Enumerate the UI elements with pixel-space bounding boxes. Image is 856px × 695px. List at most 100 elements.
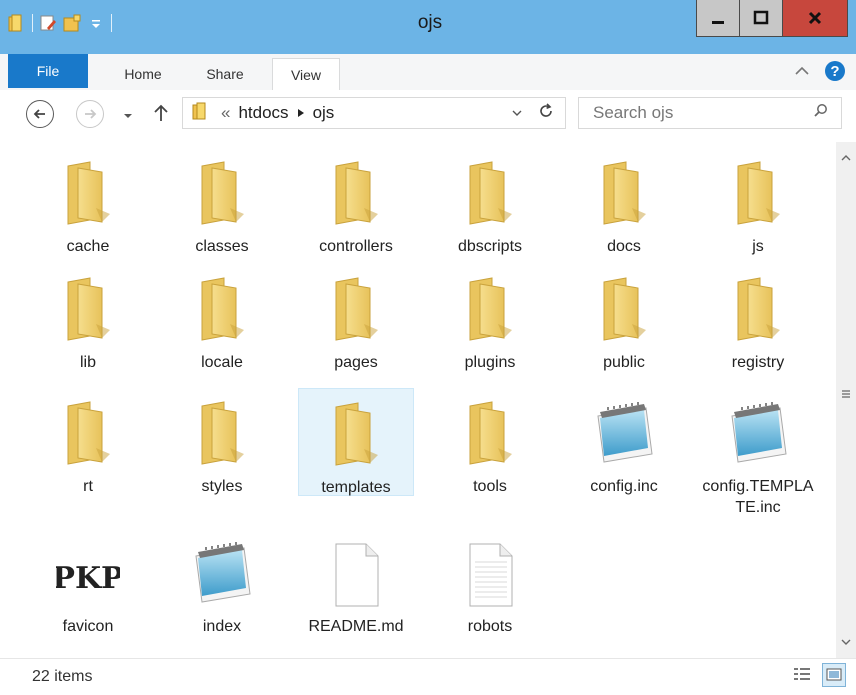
address-bar[interactable]: « htdocs ojs bbox=[182, 97, 566, 129]
back-button[interactable] bbox=[26, 100, 54, 128]
help-icon[interactable]: ? bbox=[824, 60, 846, 87]
details-view-button[interactable] bbox=[790, 663, 814, 687]
breadcrumb-ojs[interactable]: ojs bbox=[313, 103, 335, 123]
folder-icon bbox=[726, 158, 790, 230]
address-dropdown-icon[interactable] bbox=[511, 103, 523, 123]
file-item-label: cache bbox=[66, 238, 110, 255]
folder-icon bbox=[458, 398, 522, 470]
item-count: 22 items bbox=[32, 668, 93, 685]
file-item[interactable]: cache bbox=[30, 148, 146, 257]
notepad-file-icon bbox=[190, 538, 254, 610]
file-item[interactable]: lib bbox=[30, 264, 146, 373]
file-item[interactable]: index bbox=[164, 528, 280, 637]
search-box[interactable]: Search ojs bbox=[578, 97, 842, 129]
file-item[interactable]: robots bbox=[432, 528, 548, 637]
svg-text:?: ? bbox=[830, 63, 839, 80]
notepad-file-icon bbox=[726, 398, 790, 470]
file-item-label: controllers bbox=[319, 238, 393, 255]
file-item[interactable]: config.inc bbox=[566, 388, 682, 497]
file-item-label: docs bbox=[607, 238, 641, 255]
file-item[interactable]: pages bbox=[298, 264, 414, 373]
file-item[interactable]: PKP favicon bbox=[30, 528, 146, 637]
vertical-scrollbar[interactable] bbox=[836, 142, 856, 658]
file-item[interactable]: templates bbox=[298, 388, 414, 496]
file-item-label: templates bbox=[321, 479, 391, 496]
folder-icon bbox=[190, 158, 254, 230]
close-icon bbox=[808, 11, 822, 25]
pkp-text: PKP bbox=[56, 561, 120, 596]
file-item[interactable]: dbscripts bbox=[432, 148, 548, 257]
breadcrumb-htdocs[interactable]: htdocs bbox=[238, 103, 288, 123]
file-item-label: README.md bbox=[308, 618, 404, 635]
search-input[interactable]: Search ojs bbox=[593, 103, 673, 123]
scroll-up-icon[interactable] bbox=[836, 148, 856, 168]
expand-ribbon-icon[interactable] bbox=[794, 64, 810, 83]
minimize-icon bbox=[712, 21, 724, 24]
search-icon[interactable] bbox=[813, 103, 829, 124]
maximize-icon bbox=[753, 10, 769, 25]
file-item-label: classes bbox=[195, 238, 249, 255]
file-item-label: config.inc bbox=[590, 478, 658, 495]
forward-arrow-icon bbox=[85, 109, 97, 119]
tab-view[interactable]: View bbox=[272, 58, 340, 90]
window-title: ojs bbox=[417, 12, 443, 33]
folder-icon bbox=[592, 158, 656, 230]
back-arrow-icon bbox=[33, 109, 45, 119]
large-icons-view-icon bbox=[826, 668, 842, 681]
folder-icon[interactable] bbox=[8, 14, 26, 32]
file-item[interactable]: registry bbox=[700, 264, 816, 373]
file-item[interactable]: styles bbox=[164, 388, 280, 497]
file-item-label: index bbox=[202, 618, 242, 635]
scroll-down-icon[interactable] bbox=[836, 632, 856, 652]
maximize-button[interactable] bbox=[740, 0, 783, 37]
file-item[interactable]: locale bbox=[164, 264, 280, 373]
large-icons-view-button[interactable] bbox=[822, 663, 846, 687]
file-item-label: config.TEMPLATE.inc bbox=[702, 478, 814, 516]
pkp-favicon-icon: PKP bbox=[52, 538, 123, 610]
refresh-icon[interactable] bbox=[537, 102, 555, 125]
folder-icon bbox=[324, 399, 388, 471]
tab-home[interactable]: Home bbox=[108, 58, 178, 90]
address-overflow[interactable]: « bbox=[221, 103, 230, 123]
folder-icon bbox=[56, 158, 120, 230]
file-item-label: js bbox=[752, 238, 764, 255]
file-item[interactable]: public bbox=[566, 264, 682, 373]
recent-locations-icon[interactable] bbox=[122, 108, 134, 126]
minimize-button[interactable] bbox=[696, 0, 740, 37]
file-item[interactable]: config.TEMPLATE.inc bbox=[700, 388, 816, 518]
file-item-label: styles bbox=[201, 478, 243, 495]
file-item[interactable]: controllers bbox=[298, 148, 414, 257]
close-button[interactable] bbox=[783, 0, 848, 37]
scroll-thumb-grip-icon[interactable] bbox=[836, 384, 856, 404]
folder-icon bbox=[56, 274, 120, 346]
tab-share[interactable]: Share bbox=[192, 58, 258, 90]
breadcrumb-separator-icon[interactable] bbox=[297, 103, 305, 123]
file-item-label: dbscripts bbox=[457, 238, 523, 255]
file-item-label: pages bbox=[334, 354, 378, 371]
properties-icon[interactable] bbox=[39, 14, 57, 32]
folder-icon bbox=[324, 158, 388, 230]
file-item-label: robots bbox=[467, 618, 513, 635]
document-icon bbox=[458, 538, 522, 610]
quick-access-toolbar bbox=[8, 10, 112, 36]
file-item[interactable]: README.md bbox=[298, 528, 414, 637]
new-folder-icon[interactable] bbox=[63, 14, 81, 32]
toolbar-divider bbox=[32, 14, 33, 32]
folder-icon bbox=[190, 398, 254, 470]
file-item[interactable]: plugins bbox=[432, 264, 548, 373]
window-controls bbox=[696, 0, 848, 37]
file-item[interactable]: docs bbox=[566, 148, 682, 257]
forward-button[interactable] bbox=[76, 100, 104, 128]
folder-icon bbox=[191, 101, 209, 126]
customize-toolbar-icon[interactable] bbox=[87, 14, 105, 32]
folder-icon bbox=[726, 274, 790, 346]
tab-file[interactable]: File bbox=[8, 54, 88, 88]
file-item[interactable]: tools bbox=[432, 388, 548, 497]
file-item-label: public bbox=[603, 354, 645, 371]
up-arrow-icon[interactable] bbox=[152, 103, 170, 128]
file-item[interactable]: js bbox=[700, 148, 816, 257]
file-item[interactable]: classes bbox=[164, 148, 280, 257]
file-item[interactable]: rt bbox=[30, 388, 146, 497]
folder-icon bbox=[458, 158, 522, 230]
notepad-file-icon bbox=[592, 398, 656, 470]
